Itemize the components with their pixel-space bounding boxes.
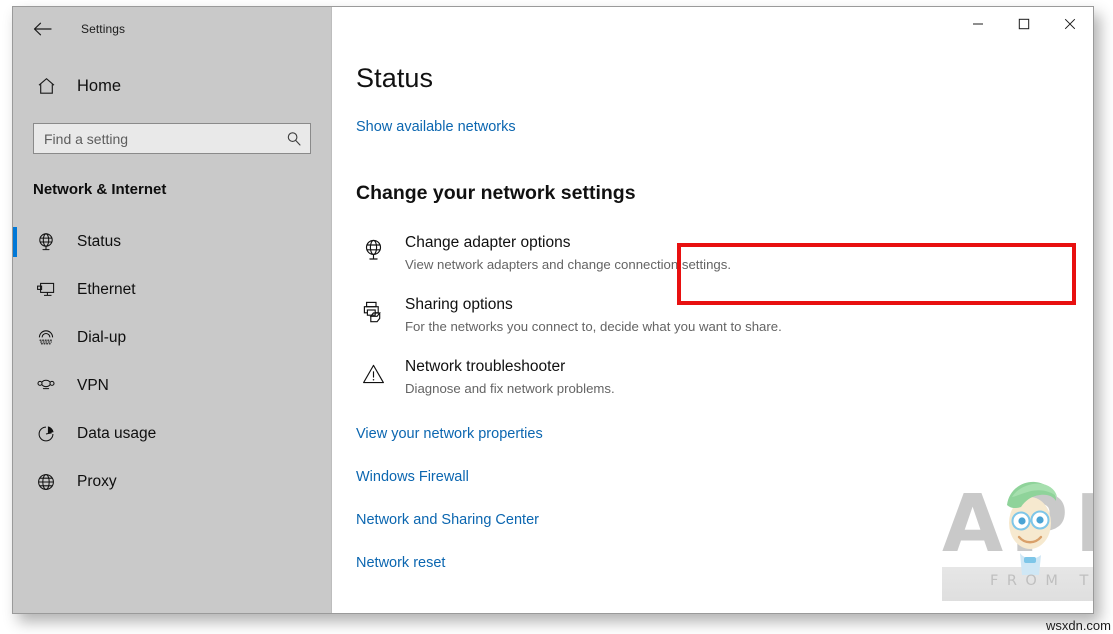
search-box[interactable] [33, 123, 311, 154]
screenshot-canvas: Settings Home Find a setting Network & I… [0, 0, 1113, 634]
watermark-bar [942, 567, 1093, 601]
ethernet-icon [35, 279, 57, 301]
maximize-button[interactable] [1001, 7, 1047, 41]
sharing-icon [356, 295, 390, 325]
close-button[interactable] [1047, 7, 1093, 41]
sidebar-item-proxy[interactable]: Proxy [13, 458, 331, 506]
warning-triangle-icon [356, 357, 390, 387]
watermark-tagline: FROM THE EXPERTS! [990, 573, 1093, 589]
search-icon[interactable] [286, 131, 302, 147]
settings-sidebar: Settings Home Find a setting Network & I… [13, 7, 332, 613]
link-network-reset[interactable]: Network reset [356, 555, 1093, 571]
sidebar-item-label: Dial-up [77, 329, 127, 346]
sidebar-item-status[interactable]: Status [13, 218, 331, 266]
globe-icon [35, 471, 57, 493]
sidebar-item-label: Proxy [77, 473, 117, 490]
setting-change-adapter-options[interactable]: Change adapter options View network adap… [356, 226, 1093, 288]
window-titlebar-left: Settings [13, 7, 331, 51]
link-windows-firewall[interactable]: Windows Firewall [356, 469, 1093, 485]
settings-window: Settings Home Find a setting Network & I… [12, 6, 1094, 614]
globe-status-icon [35, 231, 57, 253]
sidebar-item-home[interactable]: Home [13, 65, 331, 107]
site-tag: wsxdn.com [1045, 618, 1111, 633]
sidebar-item-label: Status [77, 233, 121, 250]
minimize-button[interactable] [955, 7, 1001, 41]
main-content: Status Show available networks Change yo… [332, 7, 1093, 613]
sidebar-item-label: Ethernet [77, 281, 136, 298]
section-heading: Change your network settings [356, 182, 636, 204]
sidebar-item-data-usage[interactable]: Data usage [13, 410, 331, 458]
setting-title: Change adapter options [405, 234, 571, 251]
dialup-icon [35, 327, 57, 349]
setting-sharing-options[interactable]: Sharing options For the networks you con… [356, 288, 1093, 350]
page-title: Status [356, 63, 434, 93]
sidebar-item-ethernet[interactable]: Ethernet [13, 266, 331, 314]
back-arrow-icon[interactable] [27, 14, 57, 44]
home-icon [35, 75, 57, 97]
sidebar-nav-list: Status Ethernet Dial-up VPN Data usage P… [13, 218, 331, 506]
sidebar-item-label: Data usage [77, 425, 157, 442]
search-input[interactable] [44, 130, 286, 147]
sidebar-category-heading: Network & Internet [33, 181, 167, 198]
selection-indicator [13, 227, 17, 257]
setting-title: Network troubleshooter [405, 358, 566, 375]
show-available-networks-link[interactable]: Show available networks [356, 119, 1093, 135]
network-adapter-icon [356, 233, 390, 263]
home-label: Home [77, 76, 122, 95]
setting-network-troubleshooter[interactable]: Network troubleshooter Diagnose and fix … [356, 350, 1093, 412]
setting-description: For the networks you connect to, decide … [405, 319, 782, 334]
link-network-and-sharing-center[interactable]: Network and Sharing Center [356, 512, 1093, 528]
vpn-icon [35, 375, 57, 397]
pie-chart-icon [35, 423, 57, 445]
network-settings-list: Change adapter options View network adap… [356, 226, 1093, 412]
sidebar-item-label: VPN [77, 377, 109, 394]
link-view-network-properties[interactable]: View your network properties [356, 426, 1093, 442]
setting-description: View network adapters and change connect… [405, 257, 731, 272]
app-title: Settings [81, 22, 126, 36]
sidebar-item-dialup[interactable]: Dial-up [13, 314, 331, 362]
window-controls [955, 7, 1093, 41]
setting-description: Diagnose and fix network problems. [405, 381, 615, 396]
sidebar-item-vpn[interactable]: VPN [13, 362, 331, 410]
related-links-list: View your network properties Windows Fir… [356, 426, 1093, 571]
setting-title: Sharing options [405, 296, 513, 313]
